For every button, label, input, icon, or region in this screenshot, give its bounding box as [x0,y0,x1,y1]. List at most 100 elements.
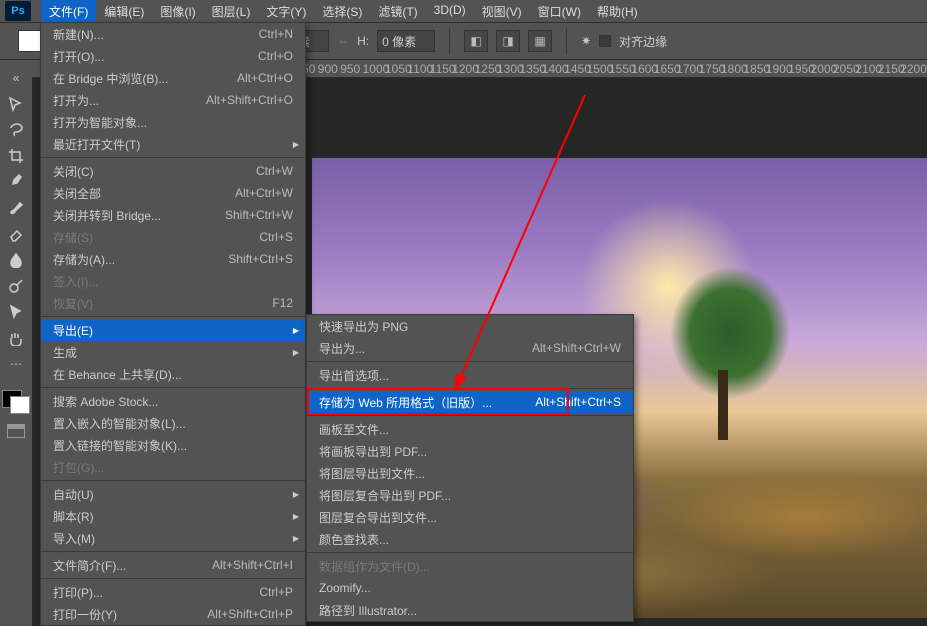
pathop-3[interactable]: ▦ [528,30,552,52]
export-menu-item-7[interactable]: 画板至文件... [307,418,633,440]
menu-item-label: 将图层复合导出到 PDF... [319,487,621,504]
menubar: Ps 文件(F)编辑(E)图像(I)图层(L)文字(Y)选择(S)滤镜(T)3D… [0,0,927,22]
file-menu-item-24[interactable]: 自动(U) [41,483,305,505]
file-menu-item-11[interactable]: 存储为(A)...Shift+Ctrl+S [41,248,305,270]
menu-item-label: 生成 [53,344,293,361]
ruler-mark: 2200 [900,62,927,76]
menu-item-label: 在 Bridge 中浏览(B)... [53,70,217,87]
export-menu-item-14: 数据组作为文件(D)... [307,555,633,577]
export-menu-item-3[interactable]: 导出首选项... [307,364,633,386]
menu-item-label: 置入链接的智能对象(K)... [53,437,293,454]
menu-图像(I)[interactable]: 图像(I) [152,0,203,23]
file-menu-item-17[interactable]: 在 Behance 上共享(D)... [41,363,305,385]
menu-item-shortcut: Alt+Shift+Ctrl+W [532,341,621,355]
menu-item-label: 关闭全部 [53,185,215,202]
menu-item-label: 恢复(V) [53,295,252,312]
lasso-tool[interactable] [5,120,27,140]
menu-item-label: 存储(S) [53,229,239,246]
menu-帮助(H)[interactable]: 帮助(H) [589,0,646,23]
link-wh-icon[interactable]: ⇔ [337,34,349,48]
menu-图层(L)[interactable]: 图层(L) [204,0,259,23]
menu-窗口(W)[interactable]: 窗口(W) [530,0,589,23]
file-menu-item-0[interactable]: 新建(N)...Ctrl+N [41,23,305,45]
crop-tool[interactable] [5,146,27,166]
menu-item-label: 打印(P)... [53,584,239,601]
height-input[interactable] [377,30,435,52]
gear-icon[interactable]: ✷ [581,34,591,48]
menu-item-label: 打包(G)... [53,459,293,476]
file-menu-item-30[interactable]: 打印(P)... Ctrl+P [41,581,305,603]
menu-item-shortcut: Shift+Ctrl+W [225,208,293,222]
menu-item-label: 数据组作为文件(D)... [319,558,621,575]
menu-item-label: 导出为... [319,340,512,357]
menu-item-label: 搜索 Adobe Stock... [53,393,293,410]
eyedropper-tool[interactable] [5,172,27,192]
hand-tool[interactable] [5,328,27,348]
menu-item-shortcut: Alt+Shift+Ctrl+P [207,607,293,621]
export-menu-item-12[interactable]: 颜色查找表... [307,528,633,550]
menu-item-shortcut: Alt+Shift+Ctrl+O [206,93,293,107]
collapse-icon[interactable]: « [5,68,27,88]
export-menu-item-0[interactable]: 快速导出为 PNG [307,315,633,337]
more-tools-icon[interactable]: ⋯ [5,354,27,374]
file-menu-item-21[interactable]: 置入链接的智能对象(K)... [41,434,305,456]
export-menu-item-9[interactable]: 将图层导出到文件... [307,462,633,484]
blur-tool[interactable] [5,250,27,270]
artwork-tree-trunk [718,370,728,440]
align-edges-checkbox[interactable] [599,35,611,47]
color-swatches[interactable] [2,380,30,408]
brush-tool[interactable] [5,198,27,218]
export-menu-item-11[interactable]: 图层复合导出到文件... [307,506,633,528]
dodge-tool[interactable] [5,276,27,296]
file-menu-item-7[interactable]: 关闭(C)Ctrl+W [41,160,305,182]
file-menu-item-4[interactable]: 打开为智能对象... [41,111,305,133]
export-menu-item-8[interactable]: 将画板导出到 PDF... [307,440,633,462]
file-menu-item-20[interactable]: 置入嵌入的智能对象(L)... [41,412,305,434]
export-menu-item-5[interactable]: 存储为 Web 所用格式（旧版）...Alt+Shift+Ctrl+S [307,391,633,413]
move-tool[interactable] [5,94,27,114]
file-menu-item-12: 签入(I)... [41,270,305,292]
app-logo: Ps [5,1,31,21]
menu-item-label: 导出首选项... [319,367,621,384]
file-menu-item-19[interactable]: 搜索 Adobe Stock... [41,390,305,412]
menu-3D(D)[interactable]: 3D(D) [426,0,474,23]
file-menu-item-28[interactable]: 文件简介(F)...Alt+Shift+Ctrl+I [41,554,305,576]
menu-item-label: 导入(M) [53,530,293,547]
menu-文字(Y)[interactable]: 文字(Y) [258,0,314,23]
menu-item-shortcut: Ctrl+P [259,585,293,599]
menu-item-label: 打开(O)... [53,48,238,65]
edit-mode-icon[interactable] [7,424,25,438]
file-menu-item-22: 打包(G)... [41,456,305,478]
menu-滤镜(T)[interactable]: 滤镜(T) [370,0,425,23]
export-menu-item-16[interactable]: 路径到 Illustrator... [307,599,633,621]
menu-选择(S)[interactable]: 选择(S) [314,0,370,23]
eraser-tool[interactable] [5,224,27,244]
file-menu-item-25[interactable]: 脚本(R) [41,505,305,527]
file-menu-item-16[interactable]: 生成 [41,341,305,363]
export-menu-item-15[interactable]: Zoomify... [307,577,633,599]
menu-item-label: 存储为 Web 所用格式（旧版）... [319,394,515,411]
file-menu-item-1[interactable]: 打开(O)...Ctrl+O [41,45,305,67]
file-menu-item-15[interactable]: 导出(E) [41,319,305,341]
file-menu-item-5[interactable]: 最近打开文件(T) [41,133,305,155]
export-menu-item-1[interactable]: 导出为... Alt+Shift+Ctrl+W [307,337,633,359]
menu-文件(F)[interactable]: 文件(F) [41,0,96,23]
pathop-1[interactable]: ◧ [464,30,488,52]
file-menu-item-9[interactable]: 关闭并转到 Bridge... Shift+Ctrl+W [41,204,305,226]
export-menu-item-10[interactable]: 将图层复合导出到 PDF... [307,484,633,506]
path-select-tool[interactable] [5,302,27,322]
file-menu-item-31[interactable]: 打印一份(Y)Alt+Shift+Ctrl+P [41,603,305,625]
menu-编辑(E)[interactable]: 编辑(E) [96,0,152,23]
menu-item-label: 颜色查找表... [319,531,621,548]
menu-视图(V)[interactable]: 视图(V) [474,0,530,23]
file-menu-item-10: 存储(S)Ctrl+S [41,226,305,248]
file-menu-item-2[interactable]: 在 Bridge 中浏览(B)...Alt+Ctrl+O [41,67,305,89]
menu-item-label: 关闭并转到 Bridge... [53,207,205,224]
menu-item-label: 打开为... [53,92,186,109]
menu-item-label: 最近打开文件(T) [53,136,293,153]
menu-item-label: 脚本(R) [53,508,293,525]
pathop-2[interactable]: ◨ [496,30,520,52]
file-menu-item-8[interactable]: 关闭全部Alt+Ctrl+W [41,182,305,204]
file-menu-item-3[interactable]: 打开为... Alt+Shift+Ctrl+O [41,89,305,111]
file-menu-item-26[interactable]: 导入(M) [41,527,305,549]
